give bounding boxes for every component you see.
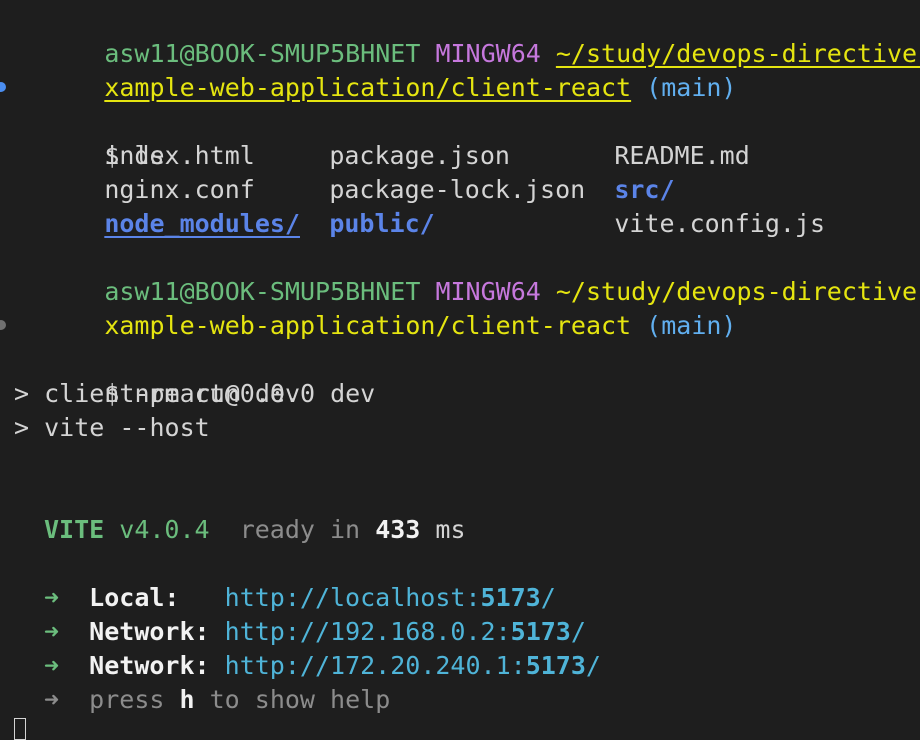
ls-output-row: nginx.conf package-lock.json src/ [14, 139, 920, 204]
terminal-output: asw11@BOOK-SMUP5BHNET MINGW64 ~/study/de… [0, 3, 920, 717]
prompt-line-continued: xample-web-application/client-react (mai… [14, 275, 920, 340]
network-url-link[interactable]: http://172.20.240.1:5173/ [225, 651, 601, 680]
url-text: http://192.168.0.2: [224, 617, 511, 646]
ready-text: ready in [239, 515, 361, 544]
ls-output-row: node_modules/public/vite.config.js [14, 173, 920, 238]
prompt-line-continued: xample-web-application/client-react (mai… [14, 37, 920, 102]
help-key: h [179, 685, 195, 714]
help-press-text: press [89, 685, 165, 714]
npm-script-line: > vite --host [14, 413, 210, 442]
local-label: Local: [89, 583, 180, 612]
command-line: $ ls [0, 71, 920, 170]
url-port: 5173 [480, 583, 541, 612]
network-url-line: ➜ Network: http://172.20.240.1:5173/ [14, 649, 920, 683]
arrow-right-icon: ➜ [44, 617, 60, 646]
help-text: to show help [209, 685, 391, 714]
vite-ready-line: VITE v4.0.4 ready in 433 ms [14, 513, 920, 547]
network-url-line: ➜ Network: http://192.168.0.2:5173/ [14, 615, 920, 649]
url-port: 5173 [525, 651, 586, 680]
url-suffix: / [585, 651, 601, 680]
url-text: http://localhost: [224, 583, 481, 612]
url-suffix: / [540, 583, 556, 612]
prompt-line: asw11@BOOK-SMUP5BHNET MINGW64 ~/study/de… [14, 3, 920, 68]
arrow-right-icon: ➜ [44, 583, 60, 612]
arrow-right-icon: ➜ [44, 651, 60, 680]
terminal-window[interactable]: asw11@BOOK-SMUP5BHNET MINGW64 ~/study/de… [0, 0, 920, 740]
vite-name: VITE [44, 515, 105, 544]
command-success-marker-icon[interactable] [0, 82, 6, 92]
npm-script-line: > client-react@0.0.0 dev [14, 379, 376, 408]
arrow-right-icon: ➜ [44, 685, 60, 714]
text-cursor[interactable] [14, 718, 26, 740]
ls-output-row: index.html package.json README.md [14, 105, 920, 170]
ready-time: 433 [375, 515, 421, 544]
command-running-marker-icon[interactable] [0, 320, 6, 330]
help-hint-line: ➜ press h to show help [14, 683, 920, 717]
local-url-line: ➜ Local: http://localhost:5173/ [14, 581, 920, 615]
vite-version: v4.0.4 [119, 515, 210, 544]
network-label: Network: [89, 617, 210, 646]
ready-unit: ms [435, 515, 466, 544]
network-url-link[interactable]: http://192.168.0.2:5173/ [225, 617, 586, 646]
local-url-link[interactable]: http://localhost:5173/ [225, 583, 556, 612]
url-text: http://172.20.240.1: [224, 651, 526, 680]
command-line: $ npm run dev [0, 309, 920, 408]
prompt-line: asw11@BOOK-SMUP5BHNET MINGW64 ~/study/de… [14, 241, 920, 306]
url-port: 5173 [510, 617, 571, 646]
network-label: Network: [89, 651, 210, 680]
url-suffix: / [570, 617, 586, 646]
